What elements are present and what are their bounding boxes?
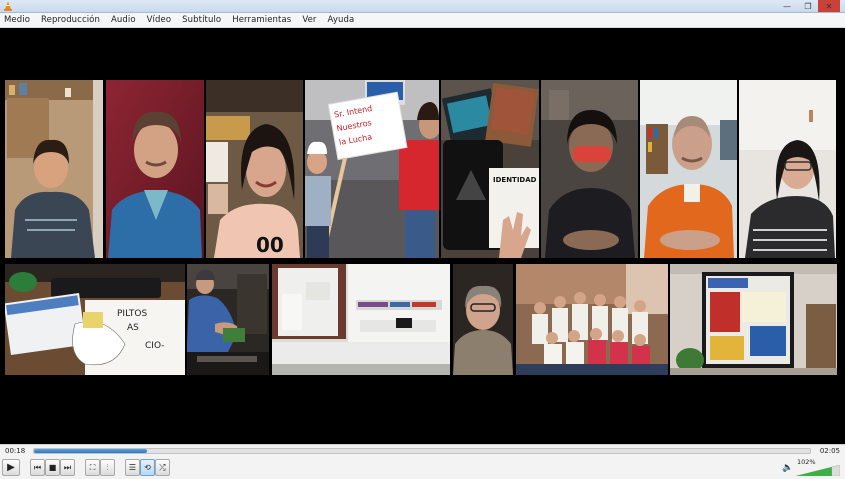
elapsed-time: 00:18	[5, 447, 26, 455]
menu-medio[interactable]: Medio	[4, 15, 30, 25]
vlc-cone-icon	[4, 1, 12, 11]
seek-progress	[34, 449, 147, 453]
close-button[interactable]: ✕	[818, 0, 840, 12]
loop-button[interactable]: ⟲	[140, 459, 155, 476]
title-bar: — ❐ ✕	[0, 0, 845, 13]
participant-tile-10	[187, 264, 269, 375]
maximize-button[interactable]: ❐	[797, 0, 819, 12]
menu-herramientas[interactable]: Herramientas	[232, 15, 291, 25]
menu-bar: Medio Reproducción Audio Vídeo Subtítulo…	[0, 13, 845, 28]
participant-tile-7	[640, 80, 737, 258]
total-time: 02:05	[819, 447, 840, 455]
menu-audio[interactable]: Audio	[111, 15, 136, 25]
participant-tile-9: PILTOS AS CIO-	[5, 264, 185, 375]
menu-ver[interactable]: Ver	[302, 15, 316, 25]
video-area[interactable]: 00 Sr. Intend Nuestros la Lucha IDENTIDA…	[0, 28, 845, 444]
menu-ayuda[interactable]: Ayuda	[328, 15, 355, 25]
media-player-window: — ❐ ✕ Medio Reproducción Audio Vídeo Sub…	[0, 0, 845, 479]
paper-line-3: CIO-	[145, 341, 165, 351]
play-button[interactable]: ▶	[2, 459, 20, 476]
fullscreen-button[interactable]: ⛶	[85, 459, 100, 476]
jersey-number: 00	[256, 233, 284, 257]
random-button[interactable]: ⤮	[155, 459, 170, 476]
next-button[interactable]: ⏭	[60, 459, 75, 476]
volume-slider[interactable]	[796, 465, 840, 476]
participant-tile-11	[272, 264, 450, 375]
book-title: IDENTIDAD	[493, 176, 537, 184]
participant-tile-6	[541, 80, 638, 258]
minimize-button[interactable]: —	[776, 0, 798, 12]
extended-settings-button[interactable]: ⫶	[100, 459, 115, 476]
playback-controls: 00:18 02:05 ▶ ⏮ ■ ⏭ ⛶ ⫶ ☰ ⟲ ⤮ 🔈 102%	[0, 444, 845, 479]
paper-line-1: PILTOS	[117, 309, 147, 319]
previous-button[interactable]: ⏮	[30, 459, 45, 476]
menu-reproduccion[interactable]: Reproducción	[41, 15, 100, 25]
participant-tile-14	[670, 264, 837, 375]
participant-tile-13	[516, 264, 668, 375]
participant-tile-4: Sr. Intend Nuestros la Lucha	[305, 80, 439, 258]
menu-subtitulo[interactable]: Subtítulo	[182, 15, 221, 25]
menu-video[interactable]: Vídeo	[147, 15, 172, 25]
stop-button[interactable]: ■	[45, 459, 60, 476]
participant-tile-5: IDENTIDAD	[441, 80, 539, 258]
participant-tile-12	[453, 264, 513, 375]
participant-tile-2	[106, 80, 204, 258]
paper-line-2: AS	[127, 323, 139, 333]
participant-tile-1	[5, 80, 103, 258]
playlist-button[interactable]: ☰	[125, 459, 140, 476]
participant-tile-3: 00	[206, 80, 303, 258]
speaker-icon[interactable]: 🔈	[782, 463, 793, 473]
seek-slider[interactable]	[33, 448, 811, 454]
participant-tile-8	[739, 80, 836, 258]
